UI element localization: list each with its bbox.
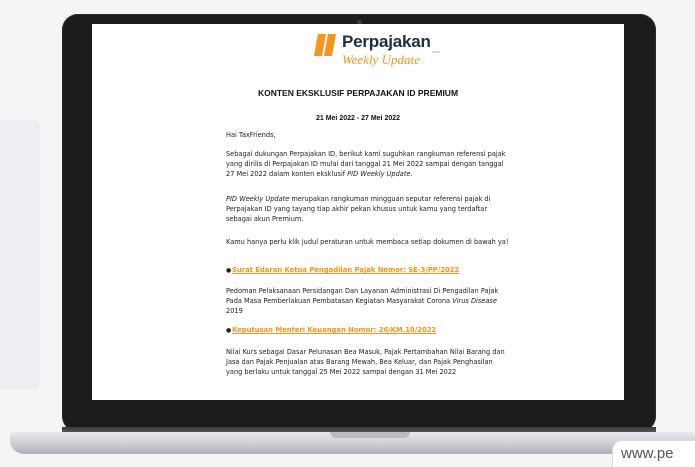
background-panel bbox=[0, 120, 40, 390]
desc-1-emphasis: Virus Disease bbox=[452, 296, 497, 305]
url-tag: www.pe bbox=[612, 440, 695, 467]
document-desc-1: Pedoman Pelaksanaan Persidangan Dan Laya… bbox=[226, 287, 510, 316]
intro-paragraph: Sebagai dukungan Perpajakan ID, berikut … bbox=[226, 150, 510, 179]
email-title: KONTEN EKSKLUSIF PERPAJAKAN ID PREMIUM bbox=[257, 88, 459, 98]
bullet-icon: ● bbox=[226, 267, 232, 274]
logo: Perpajakan Weekly Update DDTC bbox=[314, 30, 464, 74]
laptop-notch bbox=[330, 432, 410, 438]
weekly-paragraph: PID Weekly Update merupakan rangkuman mi… bbox=[226, 195, 510, 224]
intro-emphasis: PID Weekly Update bbox=[347, 169, 411, 178]
weekly-emphasis: PID Weekly Update bbox=[226, 195, 290, 203]
logo-mark-icon bbox=[314, 34, 336, 56]
instruction-paragraph: Kamu hanya perlu klik judul peraturan un… bbox=[226, 238, 509, 246]
document-link-1[interactable]: Surat Edaran Ketua Pengadilan Pajak Nomo… bbox=[232, 266, 512, 274]
logo-name: Perpajakan bbox=[342, 32, 431, 51]
logo-subtitle: Weekly Update bbox=[342, 52, 420, 67]
desc-1-end: 2019 bbox=[226, 306, 243, 315]
document-link-2[interactable]: Keputusan Menteri Keuangan Nomor: 26/KM.… bbox=[232, 326, 512, 334]
bullet-icon: ● bbox=[226, 327, 232, 334]
laptop-base bbox=[10, 432, 695, 454]
laptop-screen: Perpajakan Weekly Update DDTC KONTEN EKS… bbox=[92, 24, 624, 400]
greeting: Hai TaxFriends, bbox=[226, 131, 276, 139]
logo-tiny-text: DDTC bbox=[432, 50, 441, 54]
date-range: 21 Mei 2022 - 27 Mei 2022 bbox=[315, 115, 401, 122]
intro-end: . bbox=[410, 169, 413, 178]
document-desc-2: Nilai Kurs sebagai Dasar Pelunasan Bea M… bbox=[226, 348, 505, 376]
